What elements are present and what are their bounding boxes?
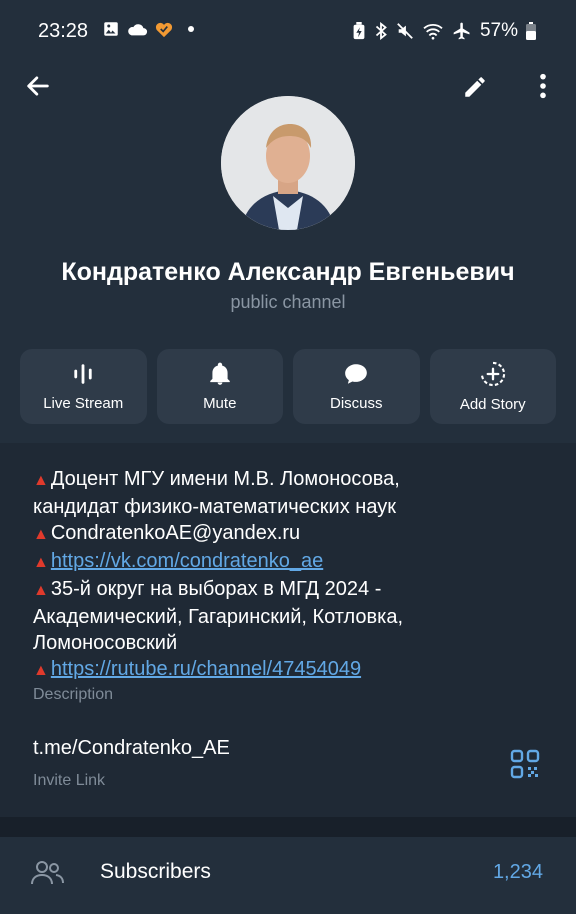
subscribers-count: 1,234 [492, 861, 543, 883]
desc-line: Ломоносовский [33, 632, 178, 654]
red-triangle-icon: ▲ [33, 526, 49, 543]
desc-line: ▲ CondratenkoAE@yandex.ru [33, 520, 553, 548]
red-triangle-icon: ▲ [33, 582, 49, 599]
discuss-button[interactable]: Discuss [293, 349, 420, 424]
battery-percent: 57% [479, 20, 518, 41]
edit-pencil-icon[interactable] [462, 74, 488, 100]
cloud-icon [128, 24, 148, 36]
add-story-button[interactable]: Add Story [429, 349, 556, 424]
channel-avatar[interactable] [221, 96, 355, 230]
status-right-icons: 57% [352, 20, 536, 42]
subscribers-icon [31, 861, 64, 885]
status-bar: 23:28 57% [0, 0, 576, 62]
wifi-icon [423, 24, 443, 40]
notification-dot-icon [188, 26, 194, 32]
red-triangle-icon: ▲ [33, 554, 49, 571]
rutube-link[interactable]: https://rutube.ru/channel/47454049 [51, 658, 361, 680]
vk-link[interactable]: https://vk.com/condratenko_ae [51, 550, 323, 572]
subscribers-label: Subscribers [100, 860, 211, 883]
bell-icon [210, 362, 230, 385]
back-arrow-icon[interactable] [24, 72, 52, 100]
channel-type: public channel [230, 292, 346, 312]
red-triangle-icon: ▲ [33, 662, 49, 679]
live-stream-icon [74, 364, 92, 384]
live-stream-button[interactable]: Live Stream [20, 349, 147, 424]
desc-line: ▲ Доцент МГУ имени М.В. Ломоносова, [33, 466, 553, 494]
red-triangle-icon: ▲ [33, 472, 49, 489]
avatar-photo [221, 96, 355, 230]
qr-code-icon[interactable] [510, 749, 540, 779]
desc-line: кандидат физико-математических наук [33, 496, 396, 518]
desc-line: ▲ https://rutube.ru/channel/47454049 [33, 656, 553, 684]
status-time: 23:28 [38, 20, 89, 42]
desc-email: CondratenkoAE@yandex.ru [50, 522, 301, 544]
subscribers-row[interactable] [0, 837, 576, 914]
invite-link[interactable]: t.me/Condratenko_AE [33, 737, 230, 760]
desc-text: 35-й округ на выборах в МГД 2024 - [50, 578, 382, 600]
action-buttons: Live Stream Mute Discuss Add Story [20, 349, 556, 424]
mute-button[interactable]: Mute [156, 349, 283, 424]
gallery-icon [104, 22, 118, 36]
mute-status-icon [397, 23, 413, 39]
mute-label: Mute [203, 395, 237, 412]
live-stream-label: Live Stream [43, 395, 124, 412]
battery-saver-icon [353, 22, 365, 40]
chat-bubble-icon [345, 364, 368, 384]
section-separator [0, 817, 576, 837]
channel-description: ▲ Доцент МГУ имени М.В. Ломоносова, канди… [33, 466, 553, 684]
heart-app-icon [155, 22, 173, 38]
desc-line: ▲ 35-й округ на выборах в МГД 2024 - [33, 576, 553, 604]
more-options-icon[interactable] [534, 72, 552, 100]
invite-link-caption: Invite Link [33, 772, 106, 789]
desc-text: Доцент МГУ имени М.В. Ломоносова, [50, 468, 400, 490]
add-story-label: Add Story [459, 396, 526, 413]
description-caption: Description [33, 686, 114, 703]
battery-icon [526, 22, 536, 40]
bluetooth-icon [375, 22, 387, 40]
desc-line: ▲ https://vk.com/condratenko_ae [33, 548, 553, 576]
channel-name: Кондратенко Александр Евгеньевич [61, 258, 515, 286]
status-left-icons [102, 20, 194, 38]
desc-line: Академический, Гагаринский, Котловка, [33, 606, 404, 628]
discuss-label: Discuss [329, 395, 383, 412]
airplane-icon [453, 22, 470, 40]
add-story-icon [480, 361, 505, 387]
